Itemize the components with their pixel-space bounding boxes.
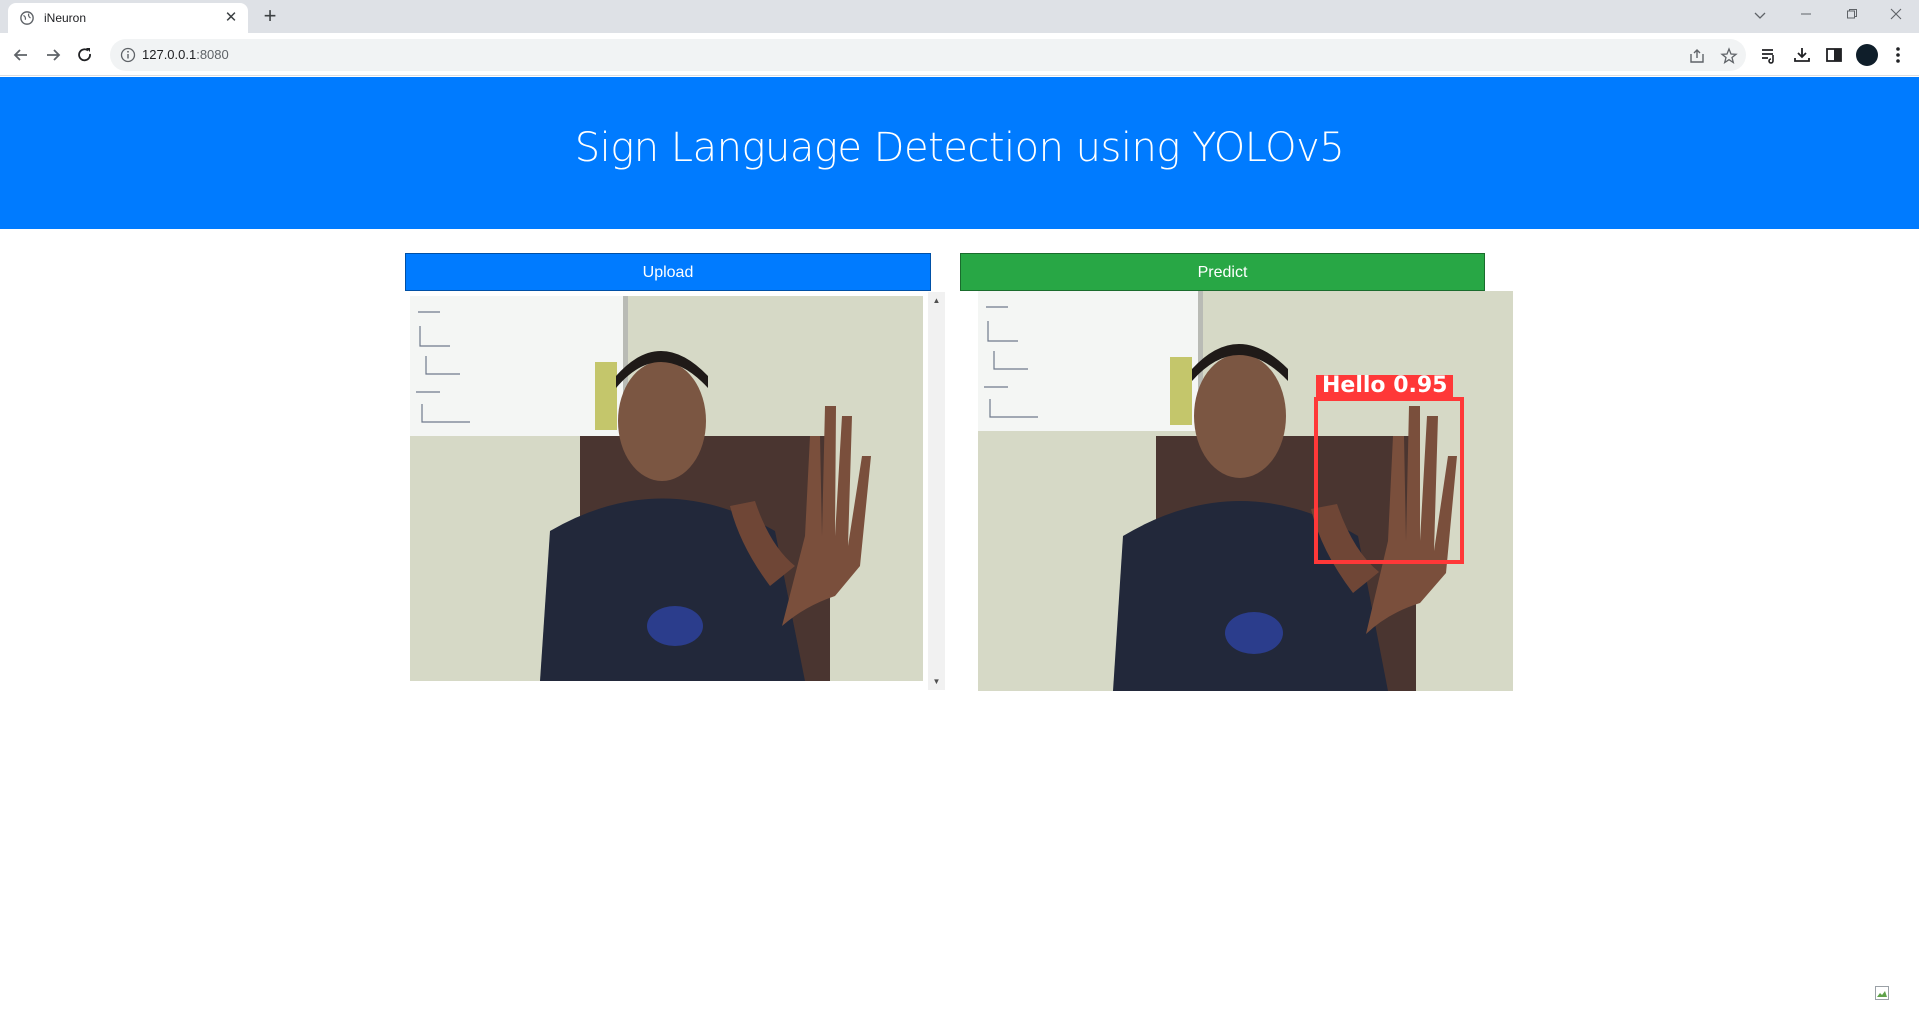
tab-strip: iNeuron ✕ + [0, 0, 1919, 33]
detection-class: Hello [1322, 373, 1386, 398]
scroll-up-arrow-icon[interactable]: ▲ [928, 292, 945, 309]
url-host: 127.0.0.1 [142, 47, 197, 62]
tab-search-icon[interactable] [1740, 4, 1780, 28]
uploaded-photo-illustration [410, 296, 923, 681]
uploaded-image [410, 296, 923, 681]
predicted-image: Hello 0.95 [978, 291, 1513, 691]
broken-image-icon [1875, 986, 1889, 1000]
profile-avatar[interactable] [1856, 44, 1878, 66]
close-window-icon[interactable] [1876, 4, 1916, 28]
predict-button[interactable]: Predict [960, 253, 1485, 291]
browser-toolbar: 127.0.0.1:8080 [0, 33, 1919, 76]
prediction-pane: Hello 0.95 [978, 291, 1513, 691]
close-tab-icon[interactable]: ✕ [222, 9, 240, 27]
scroll-down-arrow-icon[interactable]: ▼ [928, 673, 945, 690]
detection-bounding-box [1314, 397, 1464, 564]
header-banner: Sign Language Detection using YOLOv5 [0, 77, 1919, 229]
reload-icon[interactable] [72, 42, 98, 68]
globe-icon [20, 11, 34, 25]
new-tab-icon[interactable]: + [258, 5, 282, 29]
detection-confidence: 0.95 [1393, 373, 1448, 398]
url-text: 127.0.0.1:8080 [142, 47, 229, 62]
menu-kebab-icon[interactable] [1890, 44, 1906, 66]
download-icon[interactable] [1792, 45, 1812, 65]
browser-tab[interactable]: iNeuron ✕ [8, 3, 248, 33]
share-icon[interactable] [1688, 47, 1706, 65]
site-info-icon[interactable] [120, 47, 136, 63]
media-queue-icon[interactable] [1759, 45, 1779, 65]
side-panel-icon[interactable] [1824, 45, 1844, 65]
restore-icon[interactable] [1832, 4, 1872, 28]
upload-preview-pane[interactable] [405, 292, 945, 690]
address-bar[interactable]: 127.0.0.1:8080 [110, 39, 1746, 71]
upload-pane-scrollbar[interactable]: ▲ ▼ [928, 292, 945, 690]
forward-icon[interactable] [40, 42, 66, 68]
back-icon[interactable] [8, 42, 34, 68]
url-port: :8080 [196, 47, 229, 62]
tab-title: iNeuron [44, 11, 87, 25]
bookmark-star-icon[interactable] [1720, 47, 1738, 65]
detection-label: Hello 0.95 [1316, 373, 1454, 398]
minimize-icon[interactable] [1786, 4, 1826, 28]
page-title: Sign Language Detection using YOLOv5 [574, 125, 1345, 171]
upload-button[interactable]: Upload [405, 253, 931, 291]
